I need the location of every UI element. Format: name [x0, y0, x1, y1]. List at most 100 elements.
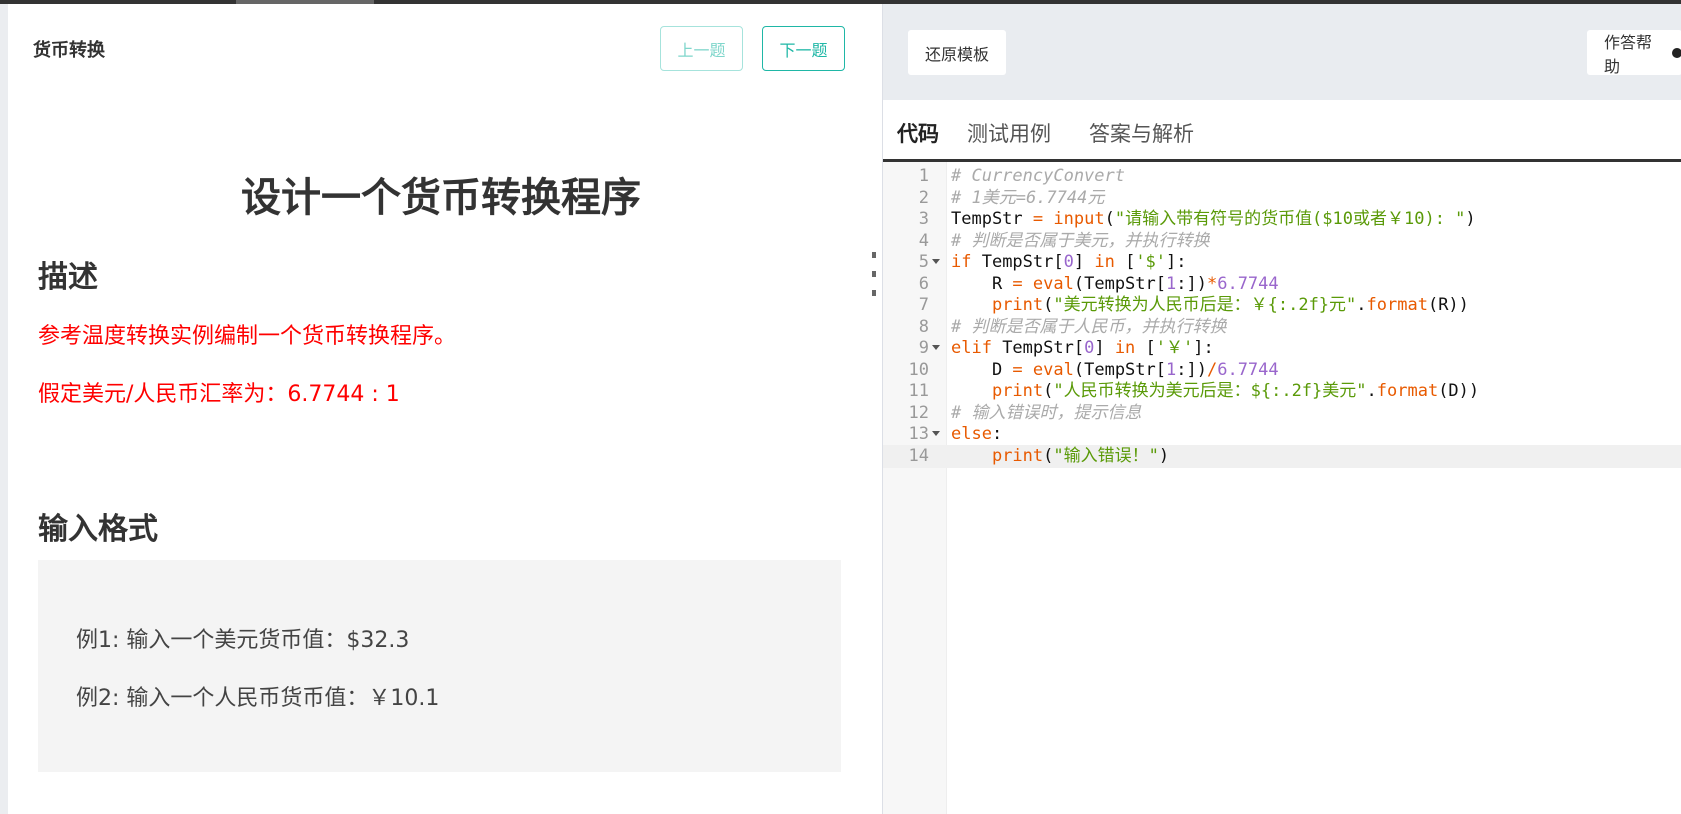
- input-format-box: 例1: 输入一个美元货币值：$32.3 例2: 输入一个人民币货币值：￥10.1: [38, 560, 841, 772]
- code-text: R = eval(TempStr[1:])*6.7744: [951, 273, 1279, 296]
- help-icon: [1672, 47, 1681, 58]
- code-line[interactable]: 14 print("输入错误！"): [883, 444, 1681, 468]
- editor-panel: 还原模板 作答帮助 代码 测试用例 答案与解析 1 # CurrencyConve…: [882, 4, 1681, 814]
- code-line[interactable]: 11 print("人民币转换为美元后是：${:.2f}美元".format(D…: [883, 380, 1681, 403]
- line-number: 2: [918, 187, 929, 208]
- code-token-plain: .: [1356, 295, 1367, 315]
- code-token-keyword: in: [1114, 338, 1136, 358]
- code-token-plain: TempStr: [951, 209, 1033, 229]
- code-token-string: "请输入带有符号的货币值($10或者￥10): ": [1114, 209, 1466, 229]
- code-token-plain: ]: [1073, 252, 1095, 272]
- code-token-plain: (D)): [1438, 381, 1480, 401]
- answer-help-label: 作答帮助: [1604, 32, 1653, 76]
- code-token-plain: ]:: [1166, 252, 1187, 272]
- code-line[interactable]: 12 # 输入错误时，提示信息: [883, 402, 1681, 425]
- code-token-plain: [: [1114, 252, 1136, 272]
- line-number: 3: [918, 209, 929, 229]
- description-line: 假定美元/人民币汇率为：6.7744 : 1: [38, 382, 400, 407]
- code-line[interactable]: 6 R = eval(TempStr[1:])*6.7744: [883, 273, 1681, 296]
- code-text: # 1美元=6.7744元: [951, 187, 1104, 210]
- line-number: 13: [908, 424, 929, 444]
- code-token-keyword: in: [1094, 252, 1115, 272]
- description-heading: 描述: [38, 260, 98, 295]
- code-token-plain: (TempStr[: [1073, 359, 1166, 380]
- code-token-plain: [: [1135, 338, 1156, 358]
- code-text: else:: [951, 423, 1002, 446]
- code-token-plain: (R)): [1427, 295, 1469, 315]
- code-token-plain: (: [1104, 209, 1115, 229]
- code-token-comment: # CurrencyConvert: [951, 166, 1125, 186]
- code-token-plain: (: [1043, 295, 1054, 315]
- fold-arrow-icon[interactable]: [932, 259, 940, 264]
- next-question-button[interactable]: 下一题: [762, 26, 845, 71]
- line-number: 12: [908, 402, 929, 423]
- code-token-number: 6.7744: [1217, 273, 1279, 294]
- tab-code[interactable]: 代码: [897, 118, 939, 148]
- code-text: if TempStr[0] in ['$']:: [951, 251, 1187, 274]
- code-token-plain: :]): [1176, 359, 1207, 380]
- code-editor[interactable]: 1 # CurrencyConvert 2 # 1美元=6.7744元 3 TempStr…: [883, 162, 1681, 814]
- code-token-keyword: format: [1376, 381, 1439, 401]
- code-token-plain: .: [1366, 381, 1377, 401]
- code-text: print("美元转换为人民币后是：￥{:.2f}元".format(R)): [951, 294, 1469, 317]
- code-line[interactable]: 3 TempStr = input("请输入带有符号的货币值($10或者￥10):…: [883, 208, 1681, 231]
- code-token-string: "输入错误！": [1053, 445, 1159, 466]
- line-number: 7: [918, 295, 929, 315]
- code-line[interactable]: 1 # CurrencyConvert: [883, 165, 1681, 188]
- code-token-plain: ): [1158, 445, 1170, 466]
- example-line: 例2: 输入一个人民币货币值：￥10.1: [76, 686, 440, 711]
- code-line[interactable]: 7 print("美元转换为人民币后是：￥{:.2f}元".format(R)): [883, 294, 1681, 317]
- code-text: D = eval(TempStr[1:])/6.7744: [951, 359, 1279, 382]
- code-token-string: '￥': [1155, 338, 1194, 358]
- tab-answer-analysis[interactable]: 答案与解析: [1089, 118, 1194, 148]
- code-token-keyword: print: [991, 381, 1044, 401]
- code-token-op: /: [1206, 359, 1218, 380]
- code-line[interactable]: 4 # 判断是否属于美元，并执行转换: [883, 230, 1681, 253]
- code-token-string: "美元转换为人民币后是：￥{:.2f}元": [1053, 295, 1357, 315]
- line-number: 4: [918, 230, 929, 251]
- code-text: # 判断是否属于美元，并执行转换: [951, 230, 1209, 253]
- code-line[interactable]: 5 if TempStr[0] in ['$']:: [883, 251, 1681, 274]
- code-token-plain: ): [1465, 209, 1476, 229]
- left-edge-strip: [0, 4, 8, 814]
- reset-template-label: 还原模板: [925, 44, 990, 64]
- answer-help-button[interactable]: 作答帮助: [1587, 30, 1681, 76]
- panel-resize-handle[interactable]: [872, 252, 876, 296]
- code-token-op: =: [1032, 209, 1044, 229]
- reset-template-button[interactable]: 还原模板: [908, 30, 1007, 75]
- tab-test-cases[interactable]: 测试用例: [967, 118, 1051, 148]
- fold-arrow-icon[interactable]: [932, 345, 940, 350]
- code-token-plain: ]:: [1193, 338, 1214, 358]
- code-token-op: *: [1206, 273, 1218, 294]
- code-token-plain: TempStr[: [971, 252, 1064, 272]
- code-token-number: 0: [1063, 252, 1074, 272]
- code-line[interactable]: 8 # 判断是否属于人民币，并执行转换: [883, 316, 1681, 339]
- line-number: 5: [918, 252, 929, 272]
- prev-question-button[interactable]: 上一题: [660, 26, 743, 71]
- editor-toolbar: 还原模板 作答帮助: [883, 4, 1681, 100]
- example-line: 例1: 输入一个美元货币值：$32.3: [76, 628, 410, 653]
- line-number: 1: [918, 166, 929, 186]
- code-token-keyword: format: [1366, 295, 1428, 315]
- code-token-plain: D: [951, 359, 1013, 380]
- code-token-plain: (: [1043, 381, 1054, 401]
- code-line[interactable]: 13 else:: [883, 423, 1681, 446]
- code-token-number: 6.7744: [1217, 359, 1279, 380]
- code-token-comment: # 1美元=6.7744元: [951, 187, 1105, 208]
- code-text: print("输入错误！"): [951, 445, 1169, 468]
- code-token-comment: # 判断是否属于人民币，并执行转换: [951, 316, 1227, 337]
- problem-title: 货币转换: [33, 40, 105, 61]
- input-format-heading: 输入格式: [38, 512, 158, 547]
- code-token-number: 0: [1084, 338, 1095, 358]
- code-line[interactable]: 2 # 1美元=6.7744元: [883, 187, 1681, 210]
- code-line[interactable]: 10 D = eval(TempStr[1:])/6.7744: [883, 359, 1681, 382]
- code-line[interactable]: 9 elif TempStr[0] in ['￥']:: [883, 337, 1681, 360]
- code-token-plain: :]): [1176, 273, 1207, 294]
- code-token-keyword: if: [951, 252, 972, 272]
- code-token-number: 1: [1166, 273, 1177, 294]
- fold-arrow-icon[interactable]: [932, 431, 940, 436]
- code-token-keyword: input: [1053, 209, 1105, 229]
